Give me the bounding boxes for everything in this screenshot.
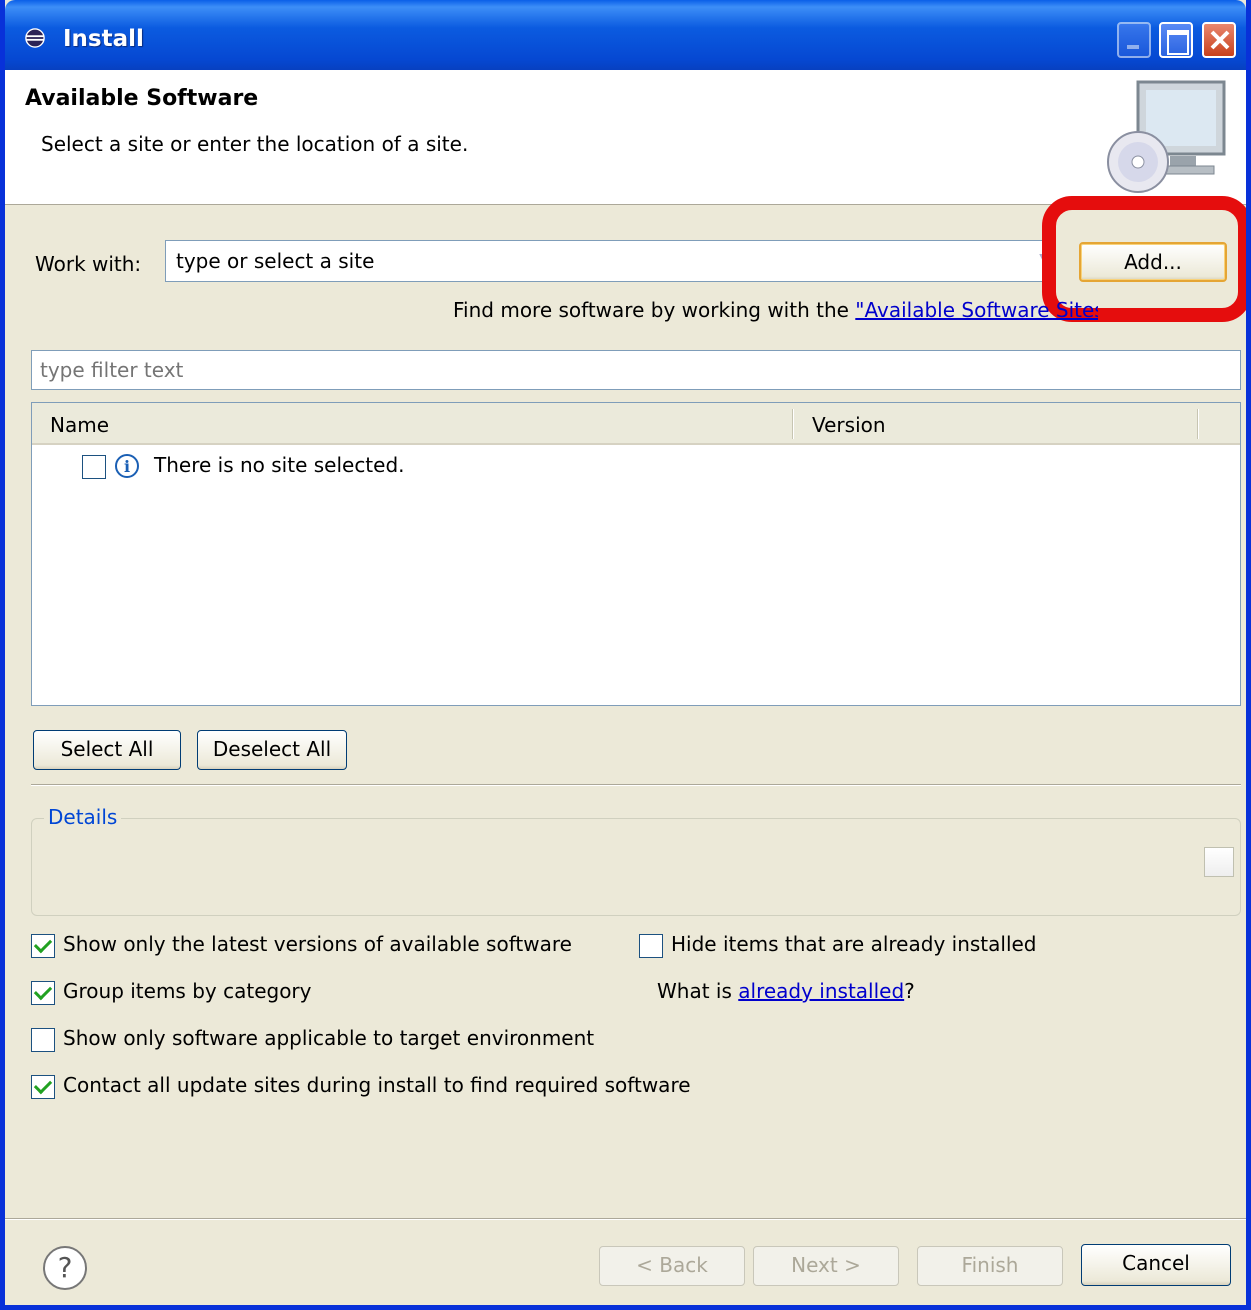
install-dialog: Install Available Software Select a site… (0, 0, 1251, 1310)
title-bar[interactable]: Install (5, 0, 1246, 70)
what-is-installed-text: What is already installed? (657, 979, 915, 1003)
work-with-combo[interactable]: type or select a site ▼ (165, 240, 1055, 282)
show-applicable-checkbox[interactable] (31, 1028, 55, 1052)
table-header: Name Version (32, 403, 1240, 445)
close-button[interactable] (1202, 22, 1236, 58)
footer-separator (5, 1218, 1246, 1220)
filter-input-box[interactable] (31, 350, 1241, 390)
wizard-header: Available Software Select a site or ente… (5, 70, 1246, 205)
column-divider[interactable] (792, 409, 794, 439)
minimize-button[interactable] (1117, 22, 1151, 58)
work-with-label: Work with: (35, 252, 142, 276)
svg-text:?: ? (58, 1251, 73, 1284)
column-header-version[interactable]: Version (812, 413, 886, 437)
details-title: Details (44, 805, 122, 829)
hide-installed-label: Hide items that are already installed (671, 932, 1037, 956)
select-all-button[interactable]: Select All (33, 730, 181, 770)
close-icon (1210, 30, 1230, 50)
next-button[interactable]: Next > (753, 1246, 899, 1286)
group-by-category-checkbox[interactable] (31, 981, 55, 1005)
page-description: Select a site or enter the location of a… (41, 132, 469, 156)
window-title: Install (63, 26, 144, 52)
show-applicable-label: Show only software applicable to target … (63, 1026, 595, 1050)
deselect-all-button[interactable]: Deselect All (197, 730, 347, 770)
column-divider[interactable] (1197, 409, 1199, 439)
maximize-button[interactable] (1159, 22, 1193, 58)
work-with-value: type or select a site (176, 249, 375, 273)
show-latest-label: Show only the latest versions of availab… (63, 932, 572, 956)
help-icon[interactable]: ? (41, 1244, 89, 1292)
eclipse-icon (25, 28, 45, 48)
software-table: Name Version i There is no site selected… (31, 402, 1241, 706)
details-scrollbar[interactable] (1204, 847, 1234, 877)
available-software-sites-link[interactable]: "Available Software Sites" (855, 298, 1098, 322)
add-site-button[interactable]: Add... (1079, 242, 1227, 282)
hide-installed-checkbox[interactable] (639, 934, 663, 958)
show-latest-checkbox[interactable] (31, 934, 55, 958)
install-software-icon (1107, 80, 1226, 193)
details-group: Details (31, 805, 1241, 916)
already-installed-link[interactable]: already installed (738, 979, 904, 1003)
separator (31, 784, 1241, 786)
find-more-text: Find more software by working with the "… (453, 298, 1098, 322)
svg-text:i: i (124, 457, 130, 476)
row-name: There is no site selected. (154, 453, 405, 477)
group-by-category-label: Group items by category (63, 979, 312, 1003)
column-header-name[interactable]: Name (50, 413, 109, 437)
contact-sites-label: Contact all update sites during install … (63, 1073, 691, 1097)
cancel-button[interactable]: Cancel (1081, 1244, 1231, 1286)
row-checkbox[interactable] (82, 455, 106, 479)
page-title: Available Software (25, 86, 259, 111)
back-button[interactable]: < Back (599, 1246, 745, 1286)
contact-sites-checkbox[interactable] (31, 1075, 55, 1099)
filter-input[interactable] (32, 351, 1240, 389)
finish-button[interactable]: Finish (917, 1246, 1063, 1286)
info-icon: i (115, 454, 139, 478)
chevron-down-icon[interactable]: ▼ (1039, 251, 1050, 267)
